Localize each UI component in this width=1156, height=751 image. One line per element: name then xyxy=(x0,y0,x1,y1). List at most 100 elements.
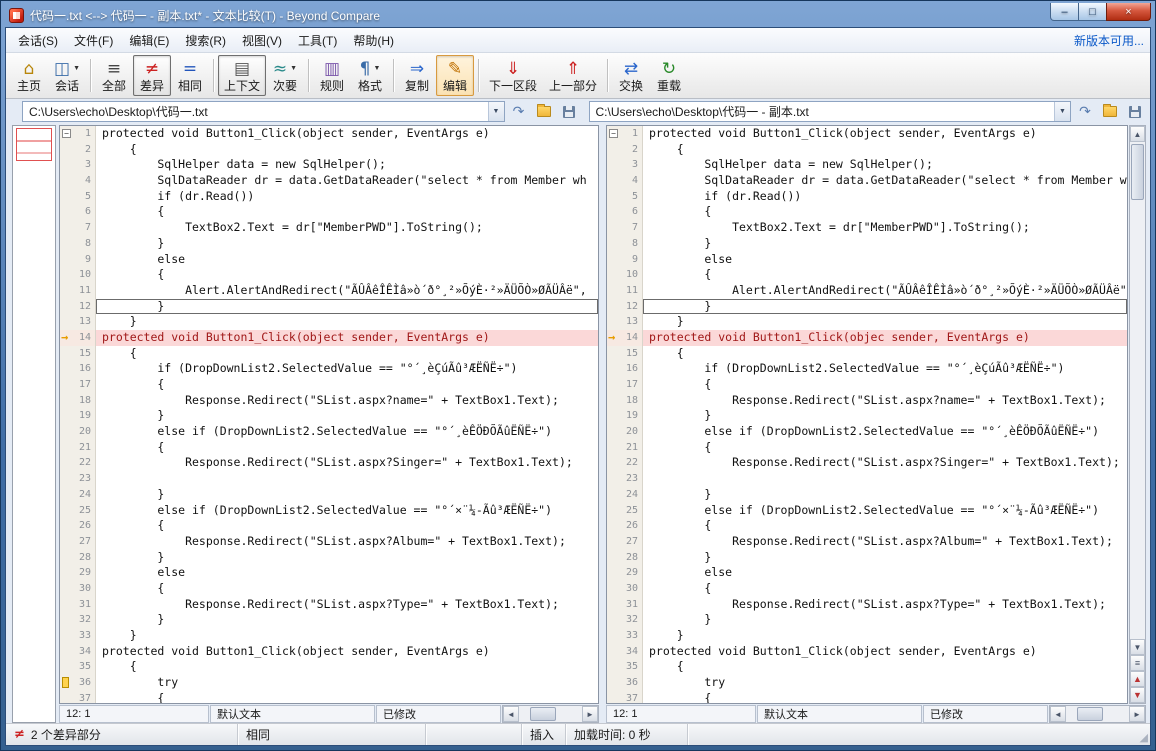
code-text[interactable]: } xyxy=(643,299,1127,315)
rules-button[interactable]: ▥规则 xyxy=(313,55,351,96)
code-text[interactable]: { xyxy=(643,659,1127,675)
home-button[interactable]: ⌂主页 xyxy=(10,55,48,96)
code-text[interactable]: Response.Redirect("SList.aspx?Type=" + T… xyxy=(643,597,1127,613)
code-text[interactable]: } xyxy=(96,408,598,424)
code-text[interactable]: } xyxy=(96,236,598,252)
menu-session[interactable]: 会话(S) xyxy=(10,28,66,53)
right-browse-button[interactable] xyxy=(1099,101,1121,122)
code-text[interactable]: else xyxy=(96,565,598,581)
swap-button[interactable]: ⇄交换 xyxy=(612,55,650,96)
resize-grip[interactable]: ◢ xyxy=(1132,724,1150,745)
menu-view[interactable]: 视图(V) xyxy=(234,28,290,53)
code-text[interactable] xyxy=(96,471,598,487)
dropdown-arrow-icon[interactable]: ▼ xyxy=(73,65,80,72)
code-text[interactable]: { xyxy=(96,518,598,534)
code-text[interactable]: Response.Redirect("SList.aspx?name=" + T… xyxy=(96,393,598,409)
close-button[interactable]: × xyxy=(1106,3,1151,21)
context-button[interactable]: ▤上下文 xyxy=(218,55,266,96)
code-text[interactable]: Response.Redirect("SList.aspx?Singer=" +… xyxy=(643,455,1127,471)
code-text[interactable]: if (dr.Read()) xyxy=(96,189,598,205)
center-diff-button[interactable]: ≡ xyxy=(1130,655,1145,671)
code-text[interactable]: } xyxy=(96,628,598,644)
scroll-right-icon[interactable]: ► xyxy=(582,706,598,722)
vertical-scrollbar[interactable]: ▲ ▼ ≡ ▲ ▼ xyxy=(1129,125,1146,704)
left-format-label[interactable]: 默认文本 xyxy=(210,705,375,723)
code-text[interactable]: } xyxy=(96,314,598,330)
code-text[interactable]: { xyxy=(96,204,598,220)
edit-button[interactable]: ✎编辑 xyxy=(436,55,474,96)
dropdown-arrow-icon[interactable]: ▼ xyxy=(373,65,380,72)
code-text[interactable]: } xyxy=(643,550,1127,566)
next-diff-button[interactable]: ▼ xyxy=(1130,687,1145,703)
left-code-pane[interactable]: 1−protected void Button1_Click(object se… xyxy=(59,125,599,704)
code-text[interactable]: else if (DropDownList2.SelectedValue == … xyxy=(643,424,1127,440)
menu-tools[interactable]: 工具(T) xyxy=(290,28,345,53)
code-text[interactable]: { xyxy=(643,204,1127,220)
code-text[interactable]: { xyxy=(96,142,598,158)
prev-section-button[interactable]: ⇑上一部分 xyxy=(543,55,603,96)
next-section-button[interactable]: ⇓下一区段 xyxy=(483,55,543,96)
copy-button[interactable]: ⇒复制 xyxy=(398,55,436,96)
scroll-left-icon[interactable]: ◄ xyxy=(503,706,519,722)
scroll-up-icon[interactable]: ▲ xyxy=(1130,126,1145,142)
code-text[interactable]: try xyxy=(96,675,598,691)
code-text[interactable]: { xyxy=(96,440,598,456)
code-text[interactable]: else if (DropDownList2.SelectedValue == … xyxy=(96,424,598,440)
menu-edit[interactable]: 编辑(E) xyxy=(121,28,177,53)
code-text[interactable]: { xyxy=(643,267,1127,283)
code-text[interactable]: { xyxy=(96,267,598,283)
chevron-down-icon[interactable]: ▼ xyxy=(488,102,504,121)
pane-divider[interactable] xyxy=(599,125,606,723)
code-text[interactable]: Alert.AlertAndRedirect("ÃÛÂêÎÊÌâ»ò´ð°¸²»… xyxy=(643,283,1127,299)
scroll-left-icon[interactable]: ◄ xyxy=(1050,706,1066,722)
code-text[interactable]: { xyxy=(643,142,1127,158)
code-text[interactable]: { xyxy=(643,518,1127,534)
code-text[interactable]: SqlHelper data = new SqlHelper(); xyxy=(96,157,598,173)
code-text[interactable]: } xyxy=(96,299,598,315)
code-text[interactable]: } xyxy=(643,612,1127,628)
show-differences-button[interactable]: ≠差异 xyxy=(133,55,171,96)
code-text[interactable]: Response.Redirect("SList.aspx?Type=" + T… xyxy=(96,597,598,613)
right-code-pane[interactable]: 1−protected void Button1_Click(object se… xyxy=(606,125,1128,704)
code-text[interactable]: protected void Button1_Click(object send… xyxy=(643,644,1127,660)
code-text[interactable]: { xyxy=(643,440,1127,456)
file-overview-map[interactable] xyxy=(12,125,56,723)
dropdown-arrow-icon[interactable]: ▼ xyxy=(290,65,297,72)
code-text[interactable]: { xyxy=(96,581,598,597)
code-text[interactable]: { xyxy=(643,691,1127,704)
code-text[interactable]: protected void Button1_Click(object send… xyxy=(643,126,1127,142)
fold-toggle-icon[interactable]: − xyxy=(62,129,71,138)
code-text[interactable]: Response.Redirect("SList.aspx?Album=" + … xyxy=(96,534,598,550)
fold-toggle-icon[interactable]: − xyxy=(609,129,618,138)
show-same-button[interactable]: =相同 xyxy=(171,55,209,96)
code-text[interactable]: TextBox2.Text = dr["MemberPWD"].ToString… xyxy=(643,220,1127,236)
code-text[interactable]: else if (DropDownList2.SelectedValue == … xyxy=(96,503,598,519)
menu-search[interactable]: 搜索(R) xyxy=(177,28,234,53)
scroll-down-icon[interactable]: ▼ xyxy=(1130,639,1145,655)
scroll-right-icon[interactable]: ► xyxy=(1129,706,1145,722)
code-text[interactable]: else xyxy=(643,565,1127,581)
right-save-button[interactable] xyxy=(1124,101,1146,122)
code-text[interactable]: Response.Redirect("SList.aspx?Singer=" +… xyxy=(96,455,598,471)
code-text[interactable]: { xyxy=(96,691,598,704)
code-text[interactable]: { xyxy=(643,581,1127,597)
left-path-input[interactable]: C:\Users\echo\Desktop\代码一.txt ▼ xyxy=(22,101,505,122)
code-text[interactable]: protected void Button1_Click(objec sende… xyxy=(643,330,1127,346)
scrollbar-thumb[interactable] xyxy=(530,707,556,721)
code-text[interactable]: Alert.AlertAndRedirect("ÃÛÂêÎÊÌâ»ò´ð°¸²»… xyxy=(96,283,598,299)
minor-button[interactable]: ≈▼次要 xyxy=(266,55,304,96)
new-version-link[interactable]: 新版本可用... xyxy=(1074,32,1144,49)
left-horizontal-scrollbar[interactable]: ◄ ► xyxy=(502,705,599,723)
session-button[interactable]: ◫▼会话 xyxy=(48,55,86,96)
scrollbar-thumb[interactable] xyxy=(1077,707,1103,721)
code-text[interactable]: { xyxy=(96,659,598,675)
code-text[interactable]: else xyxy=(96,252,598,268)
code-text[interactable]: protected void Button1_Click(object send… xyxy=(96,644,598,660)
code-text[interactable]: protected void Button1_Click(object send… xyxy=(96,330,598,346)
left-save-button[interactable] xyxy=(558,101,580,122)
code-text[interactable]: try xyxy=(643,675,1127,691)
code-text[interactable]: } xyxy=(643,628,1127,644)
code-text[interactable]: if (DropDownList2.SelectedValue == "°´¸è… xyxy=(96,361,598,377)
code-text[interactable]: SqlHelper data = new SqlHelper(); xyxy=(643,157,1127,173)
format-button[interactable]: ¶▼格式 xyxy=(351,55,389,96)
